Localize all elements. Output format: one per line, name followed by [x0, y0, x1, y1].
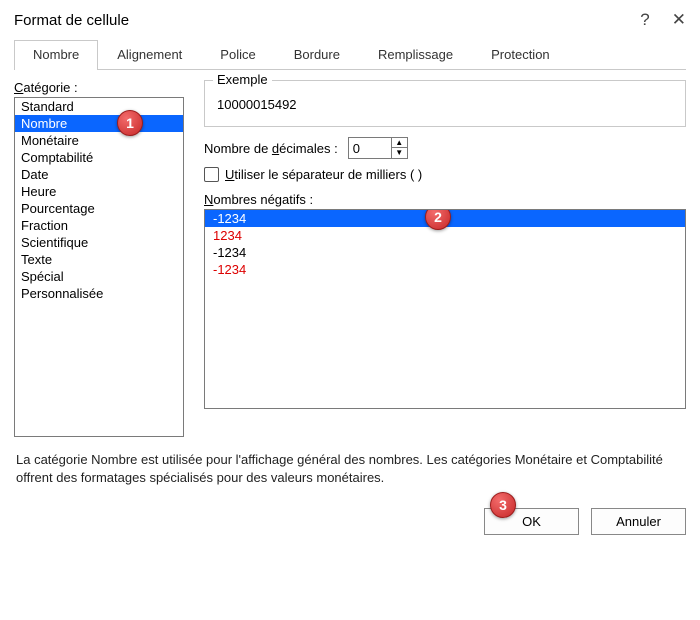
- title-bar: Format de cellule ? ✕: [0, 0, 700, 36]
- list-item[interactable]: Pourcentage: [15, 200, 183, 217]
- list-item[interactable]: Scientifique: [15, 234, 183, 251]
- tab-police[interactable]: Police: [201, 40, 274, 70]
- callout-1: 1: [117, 110, 143, 136]
- callout-3: 3: [490, 492, 516, 518]
- decimals-label: Nombre de décimales :: [204, 141, 338, 156]
- category-list[interactable]: StandardNombreMonétaireComptabilitéDateH…: [14, 97, 184, 437]
- decimals-spinner[interactable]: ▲ ▼: [348, 137, 408, 159]
- thousands-checkbox[interactable]: Utiliser le séparateur de milliers ( ): [204, 167, 686, 182]
- example-value: 10000015492: [215, 87, 675, 112]
- list-item[interactable]: 1234: [205, 227, 685, 244]
- negatives-list[interactable]: -12341234-1234-12342: [204, 209, 686, 409]
- list-item[interactable]: Texte: [15, 251, 183, 268]
- tab-strip: NombreAlignementPoliceBordureRemplissage…: [14, 40, 686, 70]
- list-item[interactable]: Comptabilité: [15, 149, 183, 166]
- list-item[interactable]: Spécial: [15, 268, 183, 285]
- description-text: La catégorie Nombre est utilisée pour l'…: [0, 437, 700, 486]
- list-item[interactable]: -1234: [205, 261, 685, 278]
- list-item[interactable]: Fraction: [15, 217, 183, 234]
- example-legend: Exemple: [213, 72, 272, 87]
- spinner-down-icon[interactable]: ▼: [392, 148, 407, 158]
- help-icon[interactable]: ?: [640, 10, 649, 30]
- spinner-up-icon[interactable]: ▲: [392, 138, 407, 148]
- cancel-button[interactable]: Annuler: [591, 508, 686, 535]
- list-item[interactable]: Nombre: [15, 115, 183, 132]
- example-group: Exemple 10000015492: [204, 80, 686, 127]
- list-item[interactable]: Personnalisée: [15, 285, 183, 302]
- decimals-input[interactable]: [349, 139, 391, 158]
- checkbox-box-icon[interactable]: [204, 167, 219, 182]
- list-item[interactable]: Heure: [15, 183, 183, 200]
- negatives-label: Nombres négatifs :: [204, 192, 686, 207]
- close-icon[interactable]: ✕: [672, 10, 686, 30]
- tab-remplissage[interactable]: Remplissage: [359, 40, 472, 70]
- dialog-title: Format de cellule: [14, 12, 129, 29]
- list-item[interactable]: Standard: [15, 98, 183, 115]
- category-label: Catégorie :: [14, 80, 194, 95]
- tab-bordure[interactable]: Bordure: [275, 40, 359, 70]
- list-item[interactable]: Monétaire: [15, 132, 183, 149]
- tab-alignement[interactable]: Alignement: [98, 40, 201, 70]
- tab-protection[interactable]: Protection: [472, 40, 569, 70]
- list-item[interactable]: Date: [15, 166, 183, 183]
- tab-nombre[interactable]: Nombre: [14, 40, 98, 70]
- list-item[interactable]: -1234: [205, 244, 685, 261]
- thousands-label: Utiliser le séparateur de milliers ( ): [225, 167, 422, 182]
